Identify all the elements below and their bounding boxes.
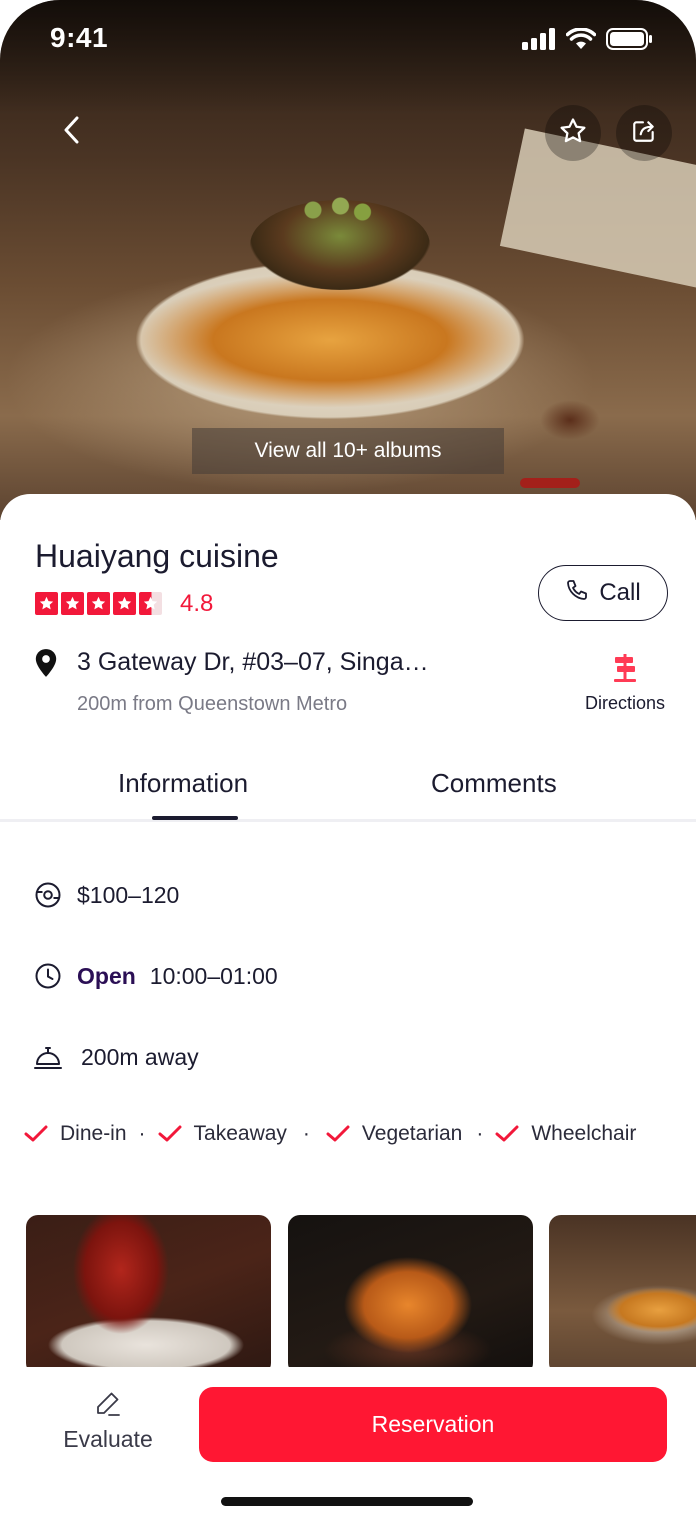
price-icon — [33, 880, 63, 910]
hero-image[interactable]: 9:41 View all 10+ albums — [0, 0, 696, 520]
check-icon — [24, 1124, 48, 1144]
tab-comments[interactable]: Comments — [431, 768, 557, 799]
lobster-photo[interactable] — [26, 1215, 271, 1375]
star-icon — [35, 592, 58, 615]
star-outline-icon — [558, 116, 588, 151]
distance-text: 200m away — [81, 1043, 199, 1070]
call-button[interactable]: Call — [538, 565, 668, 621]
noodles-photo[interactable] — [549, 1215, 696, 1375]
rating-stars — [35, 592, 162, 615]
reservation-button[interactable]: Reservation — [199, 1387, 667, 1462]
battery-icon — [606, 28, 652, 55]
share-button[interactable] — [616, 105, 672, 161]
back-button[interactable] — [44, 104, 100, 160]
check-icon — [495, 1124, 519, 1144]
open-status: Open — [77, 962, 136, 989]
bottom-action-bar: Evaluate Reservation — [0, 1367, 696, 1516]
share-icon — [631, 118, 657, 149]
tag-vegetarian: Vegetarian — [326, 1122, 462, 1146]
evaluate-label: Evaluate — [63, 1426, 153, 1452]
metro-distance: 200m from Queenstown Metro — [77, 693, 348, 715]
directions-button[interactable]: Directions — [578, 654, 672, 714]
tag-label: Wheelchair — [531, 1122, 637, 1145]
favorite-button[interactable] — [545, 105, 601, 161]
signal-icon — [522, 28, 556, 55]
check-icon — [326, 1124, 350, 1144]
directions-label: Directions — [584, 693, 666, 713]
details-sheet: Huaiyang cuisine 4.8 Call 3 Gateway Dr, … — [0, 494, 696, 1516]
distance-row: 200m away — [33, 1042, 199, 1072]
wifi-icon — [565, 27, 597, 55]
tag-label: Dine-in — [60, 1122, 127, 1145]
crab-photo[interactable] — [288, 1215, 533, 1375]
half-star-icon — [139, 592, 162, 615]
star-icon — [61, 592, 84, 615]
tab-bar: Information Comments — [0, 756, 696, 822]
status-bar: 9:41 — [0, 0, 696, 80]
tag-separator: · — [138, 1122, 146, 1145]
facility-tags: Dine-in · Takeaway · Vegetarian · Wheelc… — [24, 1122, 636, 1146]
tag-label: Takeaway — [193, 1122, 287, 1145]
tag-separator: · — [476, 1122, 484, 1145]
app-screen: 9:41 View all 10+ albums Huaiyang cuisin… — [0, 0, 696, 1516]
status-icons — [522, 27, 652, 55]
evaluate-button[interactable]: Evaluate — [56, 1389, 160, 1453]
clock-icon — [33, 961, 63, 991]
status-time: 9:41 — [50, 22, 109, 53]
signpost-icon — [612, 654, 638, 687]
home-indicator — [221, 1497, 473, 1506]
tag-dine-in: Dine-in — [24, 1122, 127, 1146]
active-tab-indicator — [152, 816, 238, 820]
price-range: $100–120 — [77, 881, 180, 908]
opening-hours: 10:00–01:00 — [149, 962, 278, 989]
hours-row: Open 10:00–01:00 — [33, 961, 278, 991]
tag-wheelchair: Wheelchair — [495, 1122, 636, 1146]
photo-carousel[interactable] — [26, 1215, 696, 1375]
price-row: $100–120 — [33, 880, 179, 910]
star-icon — [87, 592, 110, 615]
rating-value: 4.8 — [180, 590, 214, 617]
restaurant-address[interactable]: 3 Gateway Dr, #03–07, Singa… — [77, 648, 429, 677]
star-icon — [113, 592, 136, 615]
phone-icon — [565, 578, 589, 609]
pencil-icon — [94, 1389, 122, 1422]
location-pin-icon — [33, 648, 59, 683]
call-label: Call — [599, 579, 641, 606]
check-icon — [158, 1124, 182, 1144]
restaurant-name: Huaiyang cuisine — [35, 538, 279, 574]
bell-icon — [33, 1042, 63, 1072]
tag-separator: · — [302, 1122, 310, 1145]
view-albums-button[interactable]: View all 10+ albums — [192, 428, 504, 474]
tab-information[interactable]: Information — [118, 768, 248, 799]
tag-label: Vegetarian — [361, 1122, 463, 1145]
back-icon — [60, 115, 84, 150]
tag-takeaway: Takeaway — [158, 1122, 287, 1146]
